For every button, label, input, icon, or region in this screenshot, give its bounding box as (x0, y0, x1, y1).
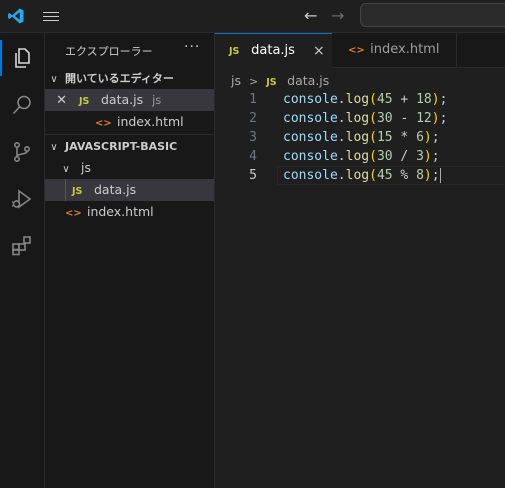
file-label: data.js (93, 182, 137, 197)
source-control-icon[interactable] (8, 138, 36, 166)
workspace-title: JAVASCRIPT-BASIC (64, 140, 178, 153)
line-number: 4 (249, 149, 257, 164)
run-debug-icon[interactable] (8, 185, 36, 213)
code-text: console.log(45 % 8); (283, 168, 441, 183)
code-text: console.log(45 + 18); (283, 92, 448, 107)
js-file-icon: JS (78, 96, 90, 107)
title-bar: ← → (0, 0, 505, 33)
text-cursor (439, 168, 441, 183)
html-file-icon: <> (64, 208, 82, 219)
vscode-logo-icon (8, 8, 24, 24)
chevron-down-icon: ∨ (50, 142, 58, 153)
tab-index-html[interactable]: <> index.html (332, 33, 457, 68)
line-number: 3 (249, 130, 257, 145)
tab-label: data.js (251, 43, 295, 58)
activity-bar (0, 33, 45, 488)
code-line[interactable]: 1 console.log(45 + 18); (215, 90, 505, 109)
explorer-header: エクスプローラー ··· (45, 33, 215, 67)
html-file-icon: <> (94, 118, 112, 129)
explorer-title: エクスプローラー (65, 45, 153, 58)
more-actions-icon[interactable]: ··· (184, 39, 200, 55)
code-line-current[interactable]: 5 console.log(45 % 8); (215, 166, 505, 185)
arrow-right-icon[interactable]: → (331, 6, 344, 25)
js-file-icon: JS (71, 186, 83, 197)
breadcrumb-file[interactable]: data.js (287, 73, 329, 88)
open-editors-title: 開いているエディター (64, 72, 174, 85)
editor-area: JS data.js × <> index.html js > JS data.… (215, 33, 505, 488)
tab-label: index.html (370, 42, 440, 57)
chevron-right-icon: > (248, 75, 259, 88)
workspace-section[interactable]: ∨ JAVASCRIPT-BASIC (45, 135, 214, 157)
line-number: 5 (249, 168, 257, 183)
line-number: 1 (249, 92, 257, 107)
explorer-sidebar: エクスプローラー ··· ∨ 開いているエディター ✕ JS data.js j… (45, 33, 215, 488)
breadcrumb-folder[interactable]: js (231, 73, 241, 88)
file-label: index.html (86, 204, 154, 219)
breadcrumb: js > JS data.js (231, 71, 329, 91)
arrow-left-icon[interactable]: ← (304, 6, 317, 25)
js-file-icon: JS (229, 46, 240, 57)
chevron-down-icon: ∨ (62, 164, 70, 175)
code-text: console.log(30 / 3); (283, 149, 440, 164)
chevron-down-icon: ∨ (50, 74, 58, 85)
html-file-icon: <> (348, 45, 365, 56)
open-editor-item[interactable]: <> index.html (45, 111, 214, 133)
menu-icon[interactable] (43, 9, 59, 23)
explorer-icon[interactable] (0, 40, 36, 76)
command-center-search[interactable] (360, 3, 505, 27)
folder-label: js (80, 160, 91, 175)
extensions-icon[interactable] (8, 232, 36, 260)
open-editor-folder-hint: js (152, 93, 162, 107)
open-editor-item[interactable]: ✕ JS data.js js (45, 89, 214, 111)
open-editor-label: data.js (100, 92, 144, 107)
file-item-index-html[interactable]: <> index.html (45, 201, 214, 223)
open-editor-label: index.html (116, 114, 184, 129)
code-line[interactable]: 4 console.log(30 / 3); (215, 147, 505, 166)
folder-item-js[interactable]: ∨ js (45, 157, 214, 179)
close-icon[interactable]: ✕ (45, 90, 67, 112)
close-icon[interactable]: × (313, 34, 325, 68)
code-line[interactable]: 2 console.log(30 - 12); (215, 109, 505, 128)
code-text: console.log(15 * 6); (283, 130, 440, 145)
code-line[interactable]: 3 console.log(15 * 6); (215, 128, 505, 147)
open-editors-section[interactable]: ∨ 開いているエディター (45, 67, 214, 89)
code-text: console.log(30 - 12); (283, 111, 448, 126)
line-number: 2 (249, 111, 257, 126)
code-editor[interactable]: 1 console.log(45 + 18); 2 console.log(30… (215, 90, 505, 185)
search-icon[interactable] (8, 91, 36, 119)
tab-data-js[interactable]: JS data.js × (215, 33, 332, 68)
file-item-data-js[interactable]: JS data.js (45, 179, 214, 201)
tab-bar: JS data.js × <> index.html (215, 33, 505, 68)
